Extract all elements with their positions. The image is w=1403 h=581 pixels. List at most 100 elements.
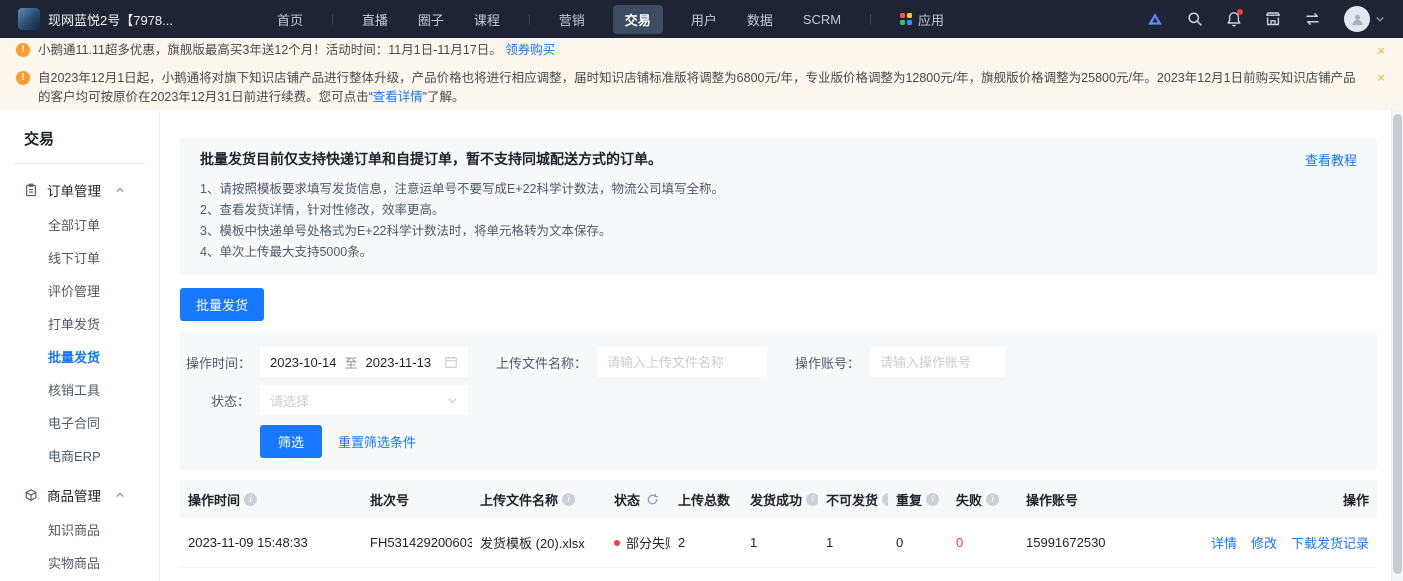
cell-upload-total: 2 bbox=[670, 535, 742, 550]
coupon-buy-link[interactable]: 领券购买 bbox=[505, 43, 555, 57]
info-icon[interactable] bbox=[244, 493, 257, 506]
info-icon[interactable] bbox=[986, 493, 999, 506]
nav-divider: | bbox=[528, 13, 531, 25]
notification-badge bbox=[1237, 9, 1243, 15]
nav-item-apps[interactable]: 应用 bbox=[898, 5, 946, 34]
batch-ship-table: 操作时间 批次号 上传文件名称 状态 上传总数 发货成功 不可发货 重复 失败 … bbox=[180, 480, 1377, 581]
nav-item-home[interactable]: 首页 bbox=[275, 5, 305, 34]
time-filter-label: 操作时间： bbox=[186, 353, 250, 372]
reset-filters-link[interactable]: 重置筛选条件 bbox=[338, 432, 416, 451]
main-content: 批量发货目前仅支持快递订单和自提订单，暂不支持同城配送方式的订单。 查看教程 1… bbox=[160, 110, 1391, 581]
clipboard-icon bbox=[24, 183, 38, 197]
status-select-placeholder: 请选择 bbox=[270, 391, 309, 410]
cell-failed: 0 bbox=[948, 535, 1018, 550]
sidebar-item-batch-ship[interactable]: 批量发货 bbox=[0, 341, 159, 374]
date-from: 2023-10-14 bbox=[270, 355, 337, 370]
info-icon[interactable] bbox=[806, 493, 818, 506]
shop-switcher[interactable]: 现网蓝悦2号【7978... bbox=[18, 8, 173, 30]
close-icon[interactable]: × bbox=[1375, 42, 1387, 59]
cell-duplicate: 0 bbox=[888, 535, 948, 550]
divider bbox=[14, 163, 145, 164]
vertical-scrollbar bbox=[1391, 110, 1403, 581]
col-status: 状态 bbox=[614, 490, 640, 509]
account-input[interactable] bbox=[870, 347, 1005, 377]
file-name-input[interactable] bbox=[597, 347, 767, 377]
nav-item-trade[interactable]: 交易 bbox=[613, 5, 663, 34]
switch-shop-icon[interactable] bbox=[1304, 11, 1321, 27]
batch-ship-button[interactable]: 批量发货 bbox=[180, 288, 264, 321]
col-failed: 失败 bbox=[956, 490, 982, 509]
top-navbar: 现网蓝悦2号【7978... 首页 | 直播 圈子 课程 | 营销 交易 用户 … bbox=[0, 0, 1403, 38]
close-icon[interactable]: × bbox=[1375, 69, 1387, 86]
status-filter-label: 状态： bbox=[186, 391, 250, 410]
scrollbar-thumb[interactable] bbox=[1393, 114, 1402, 574]
chevron-down-icon bbox=[1375, 14, 1385, 24]
view-details-link[interactable]: 查看详情 bbox=[373, 90, 423, 104]
date-separator: 至 bbox=[345, 353, 358, 372]
upgrade-banner-text: 自2023年12月1日起，小鹅通将对旗下知识店铺产品进行整体升级，产品价格也将进… bbox=[38, 71, 1356, 104]
promo-banner: 小鹅通11.11超多优惠，旗舰版最高买3年送12个月！活动时间：11月1日-11… bbox=[0, 38, 1403, 62]
nav-item-course[interactable]: 课程 bbox=[472, 5, 502, 34]
sidebar-item-offline-orders[interactable]: 线下订单 bbox=[0, 242, 159, 275]
search-icon[interactable] bbox=[1187, 11, 1203, 27]
cell-unshippable: 1 bbox=[818, 535, 888, 550]
date-to: 2023-11-13 bbox=[366, 355, 432, 370]
col-batch: 批次号 bbox=[370, 490, 409, 509]
status-select[interactable]: 请选择 bbox=[260, 385, 468, 415]
info-icon[interactable] bbox=[926, 493, 939, 506]
brand-triangle-icon[interactable] bbox=[1146, 10, 1164, 28]
nav-item-scrm[interactable]: SCRM bbox=[801, 7, 843, 32]
calendar-icon bbox=[444, 355, 458, 369]
sidebar-item-ecommerce-erp[interactable]: 电商ERP bbox=[0, 440, 159, 473]
shop-name: 现网蓝悦2号【7978... bbox=[48, 10, 173, 29]
sidebar-item-knowledge-products[interactable]: 知识商品 bbox=[0, 514, 159, 547]
notice-line: 1、请按照模板要求填写发货信息，注意运单号不要写成E+22科学计数法，物流公司填… bbox=[200, 179, 1357, 200]
nav-divider: | bbox=[869, 13, 872, 25]
warning-icon bbox=[16, 71, 30, 85]
nav-item-users[interactable]: 用户 bbox=[689, 5, 719, 34]
bell-icon[interactable] bbox=[1226, 11, 1242, 27]
notice-line: 3、模板中快递单号处格式为E+22科学计数法时，将单元格转为文本保存。 bbox=[200, 221, 1357, 242]
notice-line: 4、单次上传最大支持5000条。 bbox=[200, 242, 1357, 263]
sidebar: 交易 订单管理 全部订单 线下订单 评价管理 打单发货 批量发货 核销工具 电子… bbox=[0, 110, 160, 581]
nav-item-circle[interactable]: 圈子 bbox=[416, 5, 446, 34]
cell-time: 2023-11-09 15:48:33 bbox=[180, 535, 362, 550]
cell-ship-success: 1 bbox=[742, 535, 818, 550]
edit-link[interactable]: 修改 bbox=[1251, 533, 1277, 552]
cell-batch-no: FH531429200603 bbox=[362, 535, 472, 550]
filter-button[interactable]: 筛选 bbox=[260, 425, 322, 458]
sidebar-item-print-ship[interactable]: 打单发货 bbox=[0, 308, 159, 341]
upgrade-banner: 自2023年12月1日起，小鹅通将对旗下知识店铺产品进行整体升级，产品价格也将进… bbox=[0, 62, 1403, 110]
sidebar-item-verification-tool[interactable]: 核销工具 bbox=[0, 374, 159, 407]
cell-account: 15991672530 bbox=[1018, 535, 1207, 550]
sidebar-item-review-management[interactable]: 评价管理 bbox=[0, 275, 159, 308]
notice-card: 批量发货目前仅支持快递订单和自提订单，暂不支持同城配送方式的订单。 查看教程 1… bbox=[180, 138, 1377, 275]
cell-status: 部分失败 bbox=[606, 533, 670, 552]
refresh-icon[interactable] bbox=[646, 493, 659, 506]
sidebar-item-physical-products[interactable]: 实物商品 bbox=[0, 547, 159, 580]
download-ship-record-link[interactable]: 下载发货记录 bbox=[1291, 533, 1369, 552]
apps-grid-icon bbox=[900, 13, 912, 25]
sidebar-group-order-management[interactable]: 订单管理 bbox=[0, 168, 159, 209]
view-tutorial-link[interactable]: 查看教程 bbox=[1305, 150, 1357, 169]
file-filter-label: 上传文件名称： bbox=[496, 353, 587, 372]
storefront-icon[interactable] bbox=[1265, 11, 1281, 27]
info-icon[interactable] bbox=[562, 493, 575, 506]
cell-actions: 详情 修改 下载发货记录 bbox=[1207, 533, 1377, 552]
sidebar-item-all-orders[interactable]: 全部订单 bbox=[0, 209, 159, 242]
avatar bbox=[1344, 6, 1370, 32]
chevron-down-icon bbox=[447, 395, 458, 406]
sidebar-group-product-management[interactable]: 商品管理 bbox=[0, 473, 159, 514]
package-icon bbox=[24, 488, 38, 502]
sidebar-item-e-contract[interactable]: 电子合同 bbox=[0, 407, 159, 440]
col-success: 发货成功 bbox=[750, 490, 802, 509]
notice-line: 2、查看发货详情，针对性修改，效率更高。 bbox=[200, 200, 1357, 221]
table-row: 2023-11-09 15:48:19 FH660045731636 发货模板 … bbox=[180, 568, 1377, 581]
nav-item-data[interactable]: 数据 bbox=[745, 5, 775, 34]
status-dot bbox=[614, 540, 620, 546]
nav-item-live[interactable]: 直播 bbox=[360, 5, 390, 34]
detail-link[interactable]: 详情 bbox=[1211, 533, 1237, 552]
nav-item-marketing[interactable]: 营销 bbox=[557, 5, 587, 34]
date-range-picker[interactable]: 2023-10-14 至 2023-11-13 bbox=[260, 347, 468, 377]
account-menu[interactable] bbox=[1344, 6, 1385, 32]
